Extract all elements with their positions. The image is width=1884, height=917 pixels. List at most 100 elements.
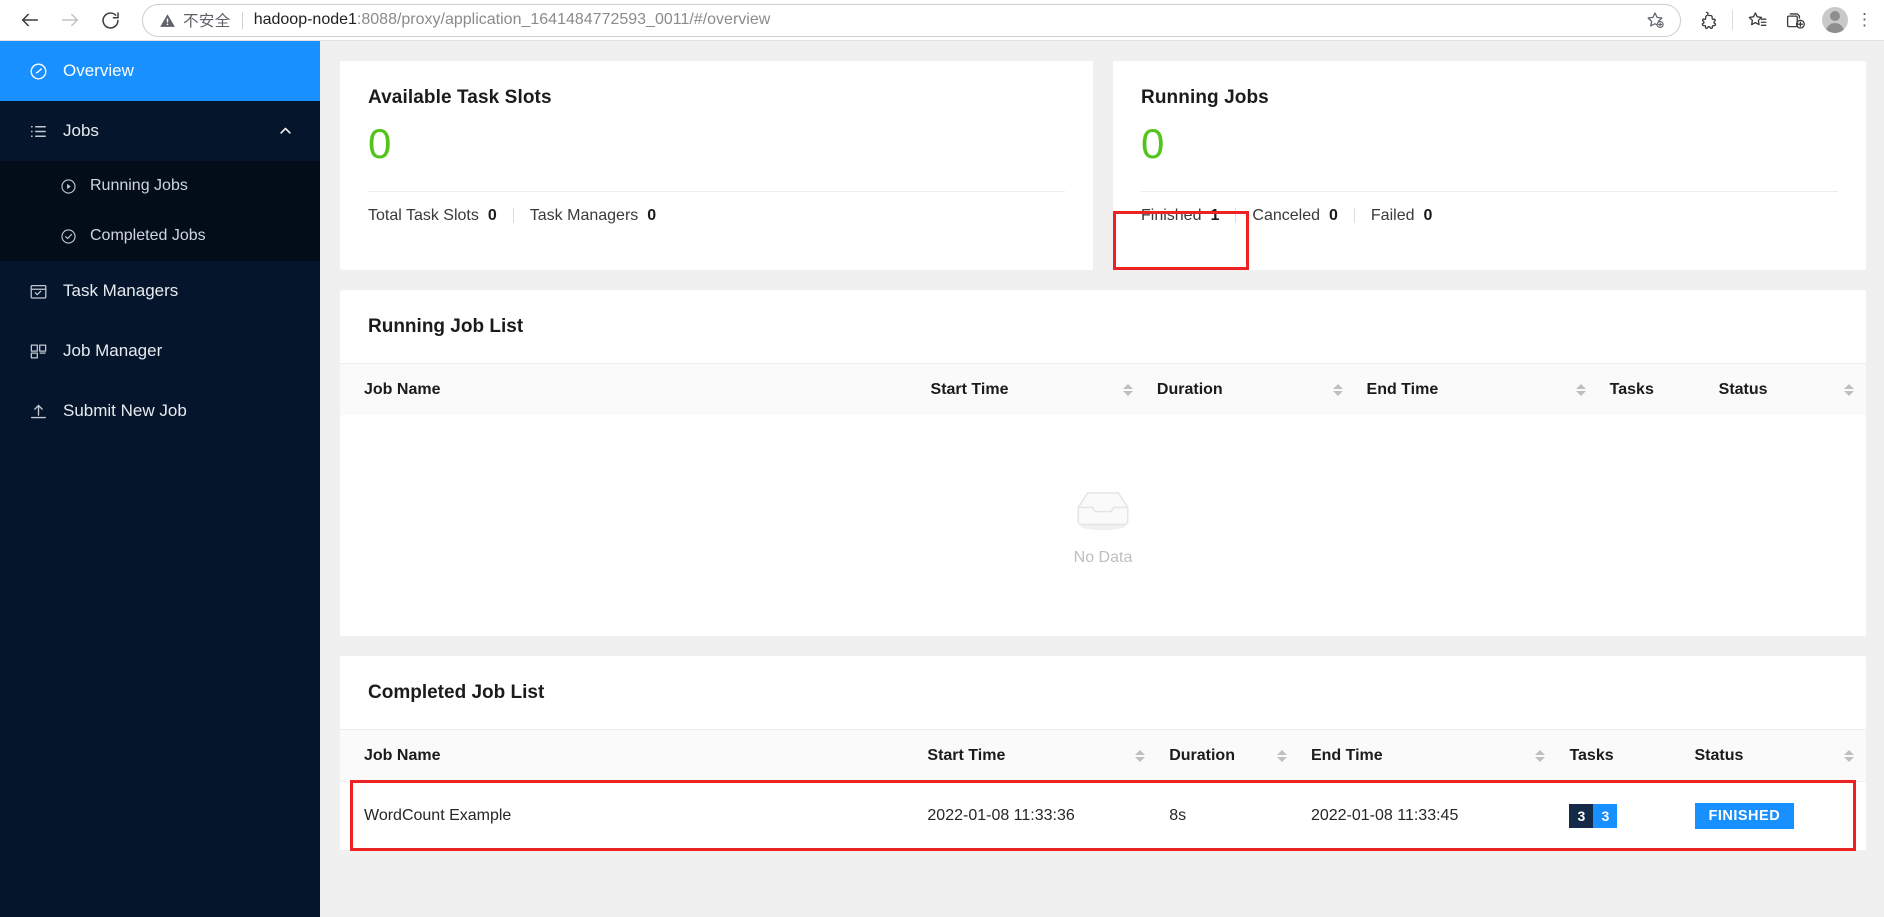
column-tasks[interactable]: Tasks bbox=[1557, 730, 1683, 781]
card-footer: Total Task Slots 0 Task Managers 0 bbox=[368, 192, 1065, 239]
column-status[interactable]: Status bbox=[1706, 364, 1866, 415]
cell-job-name: WordCount Example bbox=[340, 780, 916, 851]
cell-duration: 8s bbox=[1157, 780, 1299, 851]
table-header: Job Name Start Time Duration End Time Ta… bbox=[340, 364, 1866, 415]
sort-icon[interactable] bbox=[1122, 383, 1133, 397]
omnibox-divider bbox=[241, 11, 243, 29]
stat-label: Failed bbox=[1370, 206, 1415, 224]
tasks-total-badge: 3 bbox=[1569, 803, 1594, 828]
sidebar-item-task-managers[interactable]: Task Managers bbox=[0, 261, 320, 321]
url-text[interactable]: hadoop-node1:8088/proxy/application_1641… bbox=[254, 11, 1638, 29]
main-content: Available Task Slots 0 Total Task Slots … bbox=[320, 41, 1884, 917]
column-end-time[interactable]: End Time bbox=[1354, 364, 1598, 415]
running-job-empty-state: No Data bbox=[340, 415, 1866, 636]
url-host: hadoop-node1 bbox=[253, 11, 357, 28]
canceled-jobs-stat[interactable]: Canceled 0 bbox=[1252, 207, 1338, 225]
column-tasks[interactable]: Tasks bbox=[1597, 364, 1707, 415]
section-title: Running Job List bbox=[368, 316, 524, 337]
sort-icon[interactable] bbox=[1135, 749, 1146, 762]
dashboard-icon bbox=[26, 62, 50, 81]
sort-icon[interactable] bbox=[1575, 383, 1586, 397]
toolbar-divider bbox=[1732, 10, 1733, 30]
card-title: Running Jobs bbox=[1141, 87, 1269, 108]
column-label: Status bbox=[1694, 746, 1744, 764]
sidebar-item-completed-jobs[interactable]: Completed Jobs bbox=[0, 211, 320, 261]
column-end-time[interactable]: End Time bbox=[1298, 730, 1558, 781]
sort-icon[interactable] bbox=[1332, 383, 1343, 397]
favorites-icon[interactable] bbox=[1738, 2, 1776, 38]
section-title: Completed Job List bbox=[368, 682, 545, 703]
extensions-icon[interactable] bbox=[1689, 2, 1727, 38]
sidebar-item-label: Task Managers bbox=[63, 281, 179, 300]
upload-icon bbox=[26, 402, 50, 421]
table-row[interactable]: WordCount Example 2022-01-08 11:33:36 8s… bbox=[340, 780, 1866, 851]
address-bar[interactable]: 不安全 hadoop-node1:8088/proxy/application_… bbox=[142, 3, 1681, 37]
column-label: Job Name bbox=[364, 381, 441, 398]
reload-button[interactable] bbox=[90, 2, 130, 38]
calendar-check-icon bbox=[26, 282, 50, 301]
running-jobs-card: Running Jobs 0 Finished 1 Canceled 0 Fai… bbox=[1113, 61, 1866, 270]
stat-label: Task Managers bbox=[529, 206, 639, 224]
column-job-name[interactable]: Job Name bbox=[340, 730, 916, 781]
sort-icon[interactable] bbox=[1844, 749, 1854, 762]
column-label: Tasks bbox=[1609, 381, 1654, 398]
card-value: 0 bbox=[368, 120, 392, 167]
insecure-warning-icon bbox=[159, 12, 176, 29]
column-label: Duration bbox=[1156, 381, 1223, 398]
sidebar-item-submit-new-job[interactable]: Submit New Job bbox=[0, 381, 320, 441]
column-duration[interactable]: Duration bbox=[1157, 730, 1299, 781]
sidebar-subitem-label: Completed Jobs bbox=[90, 227, 206, 244]
failed-jobs-stat[interactable]: Failed 0 bbox=[1371, 207, 1432, 225]
completed-table-wrapper: Job Name Start Time Duration End Time Ta… bbox=[340, 730, 1866, 851]
cell-status: FINISHED bbox=[1682, 780, 1866, 851]
column-status[interactable]: Status bbox=[1682, 730, 1866, 781]
sidebar-item-running-jobs[interactable]: Running Jobs bbox=[0, 161, 320, 211]
profile-button[interactable] bbox=[1814, 2, 1856, 38]
status-badge: FINISHED bbox=[1694, 802, 1795, 829]
back-button[interactable] bbox=[10, 2, 50, 38]
url-path: :8088/proxy/application_1641484772593_00… bbox=[356, 11, 771, 28]
tasks-finished-badge: 3 bbox=[1593, 803, 1618, 828]
column-duration[interactable]: Duration bbox=[1144, 364, 1355, 415]
insecure-label: 不安全 bbox=[183, 13, 231, 30]
cell-end-time: 2022-01-08 11:33:45 bbox=[1298, 780, 1558, 851]
sidebar-item-job-manager[interactable]: Job Manager bbox=[0, 321, 320, 381]
check-circle-icon bbox=[58, 228, 78, 245]
header-row: Job Name Start Time Duration End Time Ta… bbox=[340, 364, 1866, 415]
forward-button[interactable] bbox=[50, 2, 90, 38]
chevron-up-icon[interactable] bbox=[278, 124, 293, 139]
finished-jobs-stat[interactable]: Finished 1 bbox=[1141, 207, 1219, 225]
table-header: Job Name Start Time Duration End Time Ta… bbox=[340, 730, 1866, 781]
sidebar-item-overview[interactable]: Overview bbox=[0, 41, 320, 101]
list-icon bbox=[26, 122, 50, 141]
card-value: 0 bbox=[1141, 120, 1165, 167]
collections-icon[interactable] bbox=[1776, 2, 1814, 38]
sidebar-item-label: Submit New Job bbox=[63, 401, 187, 420]
column-start-time[interactable]: Start Time bbox=[915, 730, 1158, 781]
stat-label: Finished bbox=[1141, 206, 1202, 224]
stat-value: 0 bbox=[1423, 206, 1433, 224]
card-footer: Finished 1 Canceled 0 Failed 0 bbox=[1141, 192, 1838, 239]
footer-divider bbox=[1235, 208, 1237, 223]
browser-actions: ⋮ bbox=[1689, 2, 1874, 38]
column-label: Start Time bbox=[927, 746, 1006, 764]
sidebar-submenu-jobs: Running Jobs Completed Jobs bbox=[0, 161, 320, 261]
add-favorite-icon[interactable] bbox=[1638, 5, 1672, 35]
no-data-icon bbox=[1070, 484, 1136, 539]
browser-toolbar: 不安全 hadoop-node1:8088/proxy/application_… bbox=[0, 0, 1884, 41]
sort-icon[interactable] bbox=[1276, 749, 1287, 762]
completed-job-list-header: Completed Job List bbox=[340, 656, 1866, 729]
sort-icon[interactable] bbox=[1844, 383, 1854, 397]
sort-icon[interactable] bbox=[1535, 749, 1546, 762]
running-job-list-header: Running Job List bbox=[340, 290, 1866, 363]
column-job-name[interactable]: Job Name bbox=[340, 364, 919, 415]
column-label: Status bbox=[1718, 381, 1768, 398]
column-start-time[interactable]: Start Time bbox=[918, 364, 1145, 415]
settings-more-button[interactable]: ⋮ bbox=[1856, 2, 1874, 38]
sidebar-item-jobs[interactable]: Jobs bbox=[0, 101, 320, 161]
total-task-slots-stat[interactable]: Total Task Slots 0 bbox=[368, 207, 497, 225]
sidebar-item-label: Job Manager bbox=[63, 341, 163, 360]
stat-value: 0 bbox=[1329, 206, 1338, 224]
column-label: Job Name bbox=[364, 746, 441, 764]
task-managers-stat[interactable]: Task Managers 0 bbox=[530, 207, 656, 225]
